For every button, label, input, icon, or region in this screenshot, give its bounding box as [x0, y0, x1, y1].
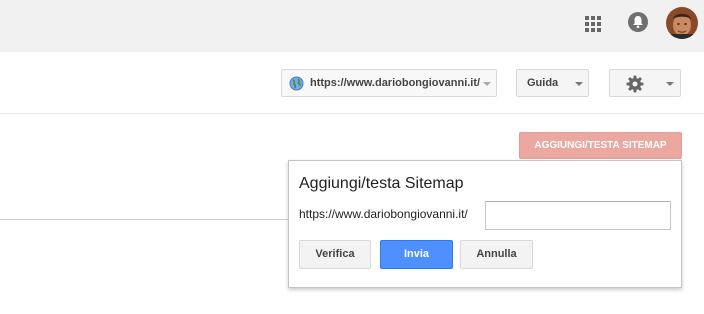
chevron-down-icon: [575, 82, 583, 86]
help-label: Guida: [527, 77, 559, 89]
apps-grid-icon[interactable]: [585, 16, 601, 32]
notifications-button[interactable]: [628, 12, 648, 32]
submit-button[interactable]: Invia: [380, 240, 453, 269]
help-button[interactable]: Guida: [516, 69, 589, 97]
content-divider: [0, 219, 290, 220]
sitemap-path-input[interactable]: [485, 201, 671, 230]
bell-icon: [633, 16, 643, 29]
chevron-down-icon: [483, 82, 491, 86]
toolbar-divider: [0, 113, 704, 114]
add-test-sitemap-button[interactable]: AGGIUNGI/TESTA SITEMAP: [519, 132, 682, 159]
property-url-label: https://www.dariobongiovanni.it/: [310, 77, 481, 89]
settings-button[interactable]: [609, 69, 681, 97]
top-bar: [0, 0, 704, 52]
globe-icon: [289, 76, 304, 91]
chevron-down-icon: [666, 82, 674, 86]
verify-button[interactable]: Verifica: [299, 240, 371, 269]
dialog-title: Aggiungi/testa Sitemap: [299, 175, 464, 192]
gear-icon: [626, 75, 644, 93]
user-avatar[interactable]: [666, 7, 698, 39]
cancel-button[interactable]: Annulla: [460, 240, 533, 269]
property-selector[interactable]: https://www.dariobongiovanni.it/: [281, 69, 497, 97]
site-url-prefix: https://www.dariobongiovanni.it/: [299, 207, 468, 221]
add-sitemap-dialog: Aggiungi/testa Sitemap https://www.dario…: [288, 160, 682, 288]
